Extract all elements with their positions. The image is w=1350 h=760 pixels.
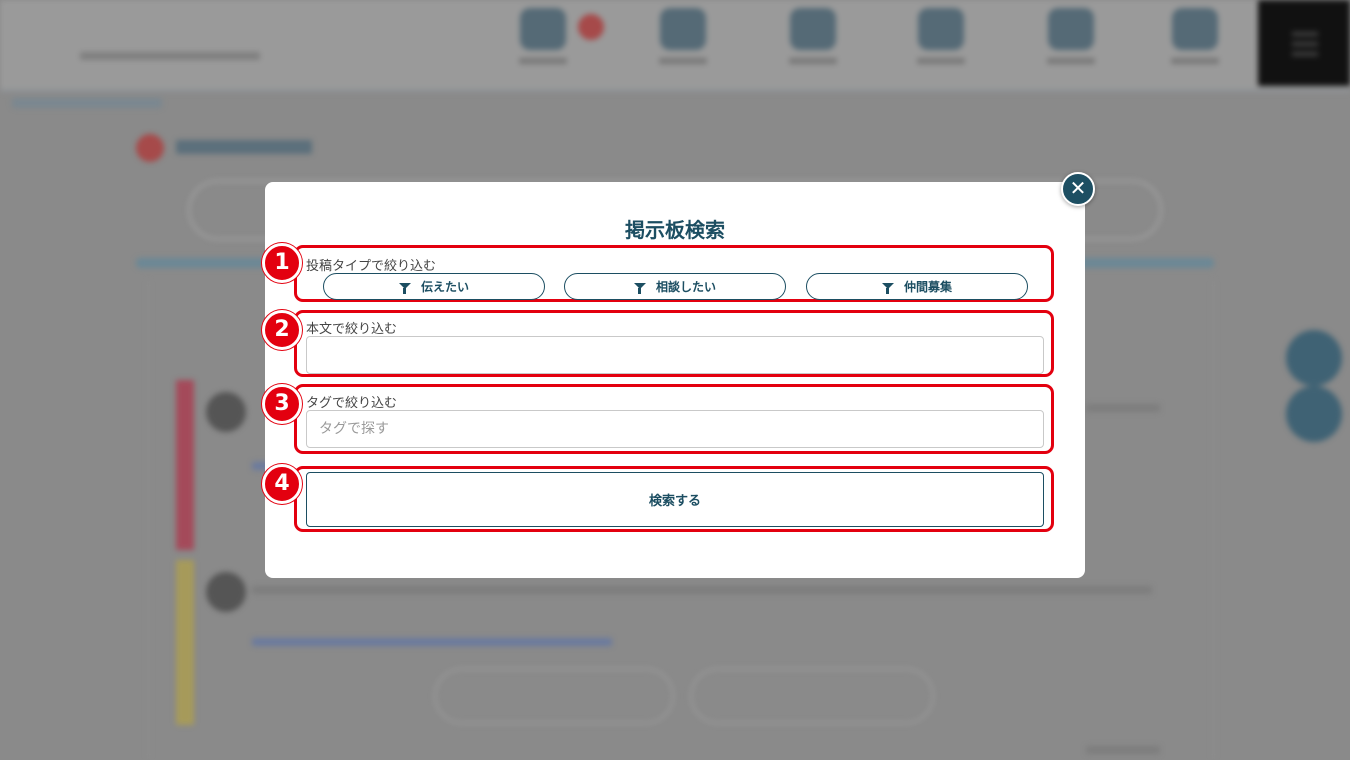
- site-logo-sub: [80, 52, 260, 60]
- callout-number-1: 1: [262, 243, 302, 283]
- breadcrumb: [12, 98, 162, 108]
- floating-button: [1286, 330, 1342, 386]
- page-title: [176, 140, 312, 154]
- filter-icon: [633, 282, 646, 294]
- nav-item-1: [648, 8, 718, 78]
- tag-search-input[interactable]: [306, 410, 1044, 448]
- filter-icon: [398, 282, 411, 294]
- filter-button-tsutaetai[interactable]: 伝えたい: [323, 273, 545, 300]
- filter-button-nakama[interactable]: 仲間募集: [806, 273, 1028, 300]
- search-button[interactable]: 検索する: [306, 472, 1044, 527]
- nav-icon: [660, 8, 706, 50]
- filter-button-label: 仲間募集: [903, 280, 952, 294]
- nav-icon: [1048, 8, 1094, 50]
- callout-number-4: 4: [262, 464, 302, 504]
- filter-button-soudan[interactable]: 相談したい: [564, 273, 786, 300]
- nav-item-5: [1160, 8, 1230, 78]
- body-text-label: 本文で絞り込む: [306, 322, 398, 337]
- hamburger-menu: [1258, 0, 1350, 86]
- modal-title: 掲示板検索: [625, 218, 725, 242]
- avatar: [206, 392, 246, 432]
- filter-button-label: 伝えたい: [420, 280, 469, 294]
- floating-button: [1286, 386, 1342, 442]
- post-action-button: [690, 668, 934, 724]
- board-search-modal: 掲示板検索 投稿タイプで絞り込む 伝えたい 相談したい 仲間募集 本文で絞り込む…: [265, 182, 1085, 578]
- nav-item-2: [778, 8, 848, 78]
- page-title-icon: [136, 134, 164, 162]
- body-text-input[interactable]: [306, 336, 1044, 374]
- chat-icon: [918, 8, 964, 50]
- nav-icon: [790, 8, 836, 50]
- nav-item-3: [906, 8, 976, 78]
- user-icon: [1172, 8, 1218, 50]
- nav-item-4: [1036, 8, 1106, 78]
- close-icon[interactable]: ✕: [1061, 172, 1095, 206]
- tag-label: タグで絞り込む: [306, 396, 398, 411]
- filter-button-label: 相談したい: [655, 280, 716, 294]
- post-type-stripe: [176, 380, 194, 550]
- post-action-button: [434, 668, 674, 724]
- callout-number-2: 2: [262, 310, 302, 350]
- site-header: [0, 0, 1350, 92]
- post-type-label: 投稿タイプで絞り込む: [306, 259, 437, 274]
- avatar: [206, 572, 246, 612]
- notification-badge: [578, 14, 604, 40]
- megaphone-icon: [520, 8, 566, 50]
- filter-icon: [881, 282, 894, 294]
- nav-item-notifications: [508, 8, 578, 78]
- callout-number-3: 3: [262, 384, 302, 424]
- post-type-stripe: [176, 560, 194, 725]
